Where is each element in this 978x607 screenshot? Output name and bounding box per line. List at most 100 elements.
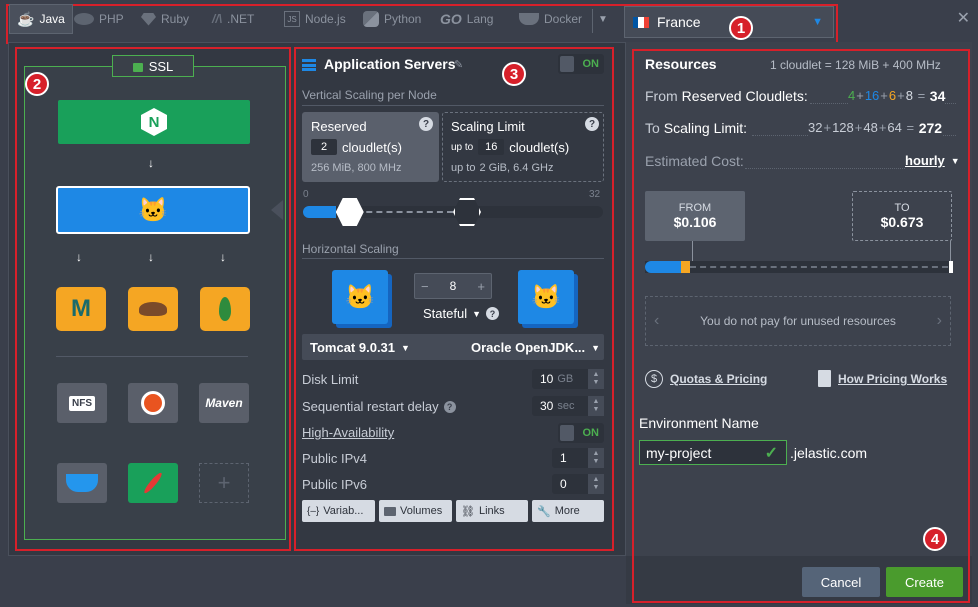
add-node-button[interactable]: + bbox=[199, 463, 249, 503]
tab-docker[interactable]: Docker bbox=[519, 8, 582, 30]
from-cloudlets-sum: 4 + 16 + 6 + 8 = 34 bbox=[848, 88, 946, 104]
scaling-mode-select[interactable]: Stateful ▼ ? bbox=[423, 306, 500, 321]
high-availability-link[interactable]: High-Availability bbox=[302, 425, 394, 440]
chevron-down-icon: ▼ bbox=[591, 343, 601, 353]
tomcat-app-server-node[interactable]: 🐱 bbox=[56, 186, 250, 234]
cancel-button[interactable]: Cancel bbox=[802, 567, 880, 597]
cost-to-value: $0.673 bbox=[880, 214, 924, 230]
how-pricing-works-link[interactable]: How Pricing Works bbox=[838, 372, 947, 386]
cost-to-label: TO bbox=[894, 202, 910, 214]
to-scaling-row: To Scaling Limit: bbox=[645, 120, 747, 136]
jdk-version-select[interactable]: Oracle OpenJDK... ▼ bbox=[471, 340, 600, 355]
spinner-arrows-icon[interactable]: ▲ ▼ bbox=[588, 474, 604, 494]
environment-name-input[interactable]: my-project ✓ bbox=[639, 440, 787, 465]
close-icon[interactable]: ✕ bbox=[957, 8, 970, 28]
mariadb-node[interactable]: M bbox=[56, 287, 106, 331]
to-total: 272 bbox=[918, 120, 943, 136]
minus-icon[interactable]: − bbox=[421, 279, 429, 294]
app-servers-toggle[interactable]: ON bbox=[558, 54, 604, 74]
links-button[interactable]: ⛓ Links bbox=[456, 500, 528, 522]
node-count-stepper[interactable]: − 8 + bbox=[414, 273, 492, 299]
topology-divider bbox=[56, 356, 248, 357]
mongodb-leaf-icon bbox=[219, 297, 231, 321]
server-version-select[interactable]: Tomcat 9.0.31 ▼ bbox=[310, 340, 410, 355]
ssl-toggle[interactable]: SSL bbox=[112, 55, 194, 77]
scaling-limit-box: Scaling Limit ? up to 16 cloudlet(s) up … bbox=[442, 112, 604, 182]
arrow-down-icon: ↓ bbox=[148, 250, 154, 264]
scaling-limit-input[interactable]: 16 bbox=[478, 139, 505, 155]
public-ipv4-input[interactable]: 1 ▲ ▼ bbox=[552, 448, 604, 468]
ubuntu-vps-node[interactable] bbox=[128, 383, 178, 423]
edit-pencil-icon[interactable]: ✎ bbox=[454, 58, 463, 71]
docker-icon bbox=[519, 13, 539, 25]
maven-build-node[interactable]: Maven bbox=[199, 383, 249, 423]
slider-min-label: 0 bbox=[303, 189, 309, 200]
help-icon[interactable]: ? bbox=[585, 117, 599, 131]
to-part-4: 64 bbox=[887, 120, 902, 135]
docker-node[interactable] bbox=[57, 463, 107, 503]
restart-delay-input[interactable]: 30 sec ▲ ▼ bbox=[532, 396, 604, 416]
nginx-icon: N bbox=[141, 108, 167, 136]
tab-java[interactable]: ☕ Java bbox=[9, 4, 73, 34]
java-icon: ☕ bbox=[17, 10, 35, 27]
create-button[interactable]: Create bbox=[886, 567, 963, 597]
to-cloudlets-sum: 32 + 128 + 48 + 64 = 272 bbox=[808, 120, 943, 136]
tab-php[interactable]: PHP bbox=[74, 8, 124, 30]
variables-button[interactable]: {–} Variab... bbox=[302, 500, 375, 522]
mongodb-node[interactable] bbox=[200, 287, 250, 331]
feather-node[interactable] bbox=[128, 463, 178, 503]
spinner-arrows-icon[interactable]: ▲ ▼ bbox=[588, 396, 604, 416]
mysql-node[interactable] bbox=[128, 287, 178, 331]
plus-icon[interactable]: + bbox=[477, 279, 485, 294]
reserved-cloudlets-input[interactable]: 2 bbox=[311, 139, 337, 155]
tab-nodejs[interactable]: JS Node.js bbox=[284, 8, 346, 30]
environment-wizard: ☕ Java PHP Ruby //\ .NET JS Node.js Pyth… bbox=[0, 0, 978, 607]
from-label-strong: Reserved Cloudlets: bbox=[681, 88, 808, 104]
more-tabs-chevron-icon[interactable]: ▼ bbox=[598, 14, 608, 25]
public-ipv6-input[interactable]: 0 ▲ ▼ bbox=[552, 474, 604, 494]
links-label: Links bbox=[478, 505, 505, 517]
braces-icon: {–} bbox=[307, 505, 320, 517]
layers-icon bbox=[302, 59, 316, 71]
region-select[interactable]: France ▼ bbox=[624, 6, 834, 38]
volumes-button[interactable]: Volumes bbox=[379, 500, 452, 522]
chevron-down-icon: ▼ bbox=[950, 155, 960, 166]
chevron-left-icon[interactable]: ‹ bbox=[654, 312, 659, 330]
reserved-unit: cloudlet(s) bbox=[342, 139, 402, 155]
quotas-pricing-link[interactable]: Quotas & Pricing bbox=[670, 372, 767, 386]
from-part-appserver: 16 bbox=[864, 88, 880, 103]
help-icon[interactable]: ? bbox=[486, 307, 500, 320]
resources-title: Resources bbox=[645, 56, 717, 72]
docker-whale-icon bbox=[66, 474, 98, 492]
mariadb-icon: M bbox=[71, 295, 91, 322]
tomcat-icon: 🐱 bbox=[138, 196, 168, 224]
unused-resources-carousel: ‹ You do not pay for unused resources › bbox=[645, 296, 951, 346]
spinner-arrows-icon[interactable]: ▲ ▼ bbox=[588, 369, 604, 389]
collapse-arrow-icon[interactable] bbox=[271, 200, 283, 220]
cost-period-select[interactable]: hourly ▼ bbox=[903, 153, 960, 168]
dollar-icon: $ bbox=[645, 370, 663, 388]
public-ipv6-value: 0 bbox=[560, 477, 567, 491]
from-total: 34 bbox=[929, 88, 946, 104]
tab-lang[interactable]: GO Lang bbox=[440, 8, 493, 30]
section-line bbox=[302, 105, 604, 106]
chevron-right-icon[interactable]: › bbox=[937, 312, 942, 330]
more-button[interactable]: 🔧 More bbox=[532, 500, 604, 522]
tab-python[interactable]: Python bbox=[363, 8, 421, 30]
high-availability-toggle[interactable]: ON bbox=[558, 423, 604, 443]
spinner-arrows-icon[interactable]: ▲ ▼ bbox=[588, 448, 604, 468]
cost-from-connector bbox=[692, 241, 693, 261]
cost-bar-appserver bbox=[645, 261, 681, 273]
scaling-limit-label: Scaling Limit bbox=[451, 119, 525, 134]
disk-limit-input[interactable]: 10 GB ▲ ▼ bbox=[532, 369, 604, 389]
nfs-storage-node[interactable]: NFS bbox=[57, 383, 107, 423]
tab-dotnet[interactable]: //\ .NET bbox=[212, 8, 254, 30]
tab-ruby[interactable]: Ruby bbox=[141, 8, 189, 30]
cost-to-box: TO $0.673 bbox=[852, 191, 952, 241]
public-ipv4-label: Public IPv4 bbox=[302, 451, 368, 466]
help-icon[interactable]: ? bbox=[443, 400, 456, 413]
help-icon[interactable]: ? bbox=[419, 117, 433, 131]
from-label: From bbox=[645, 88, 678, 104]
from-part-balancer: 4 bbox=[848, 88, 856, 103]
nginx-balancer-node[interactable]: N bbox=[58, 100, 250, 144]
